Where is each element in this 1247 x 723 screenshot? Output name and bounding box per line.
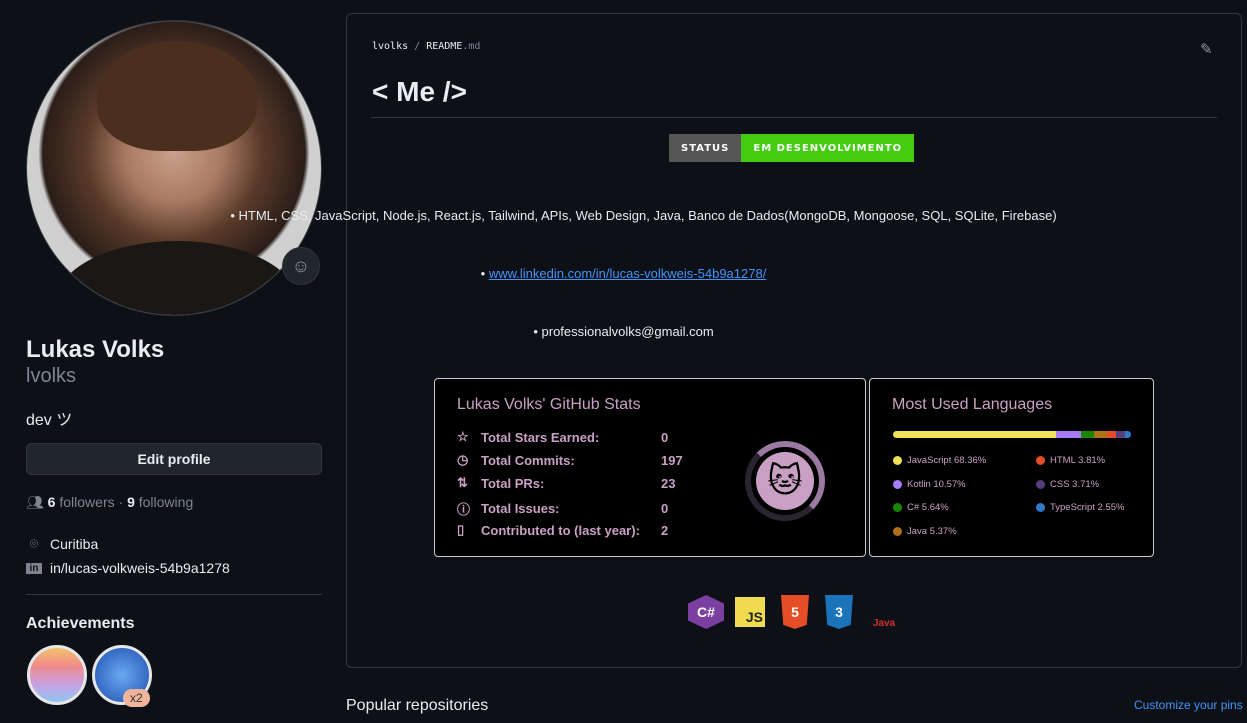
css3-logo-icon: 3 [825,595,853,629]
edit-pencil-icon[interactable]: ✎ [1200,40,1213,58]
stats-title: Lukas Volks' GitHub Stats [457,396,641,413]
language-dot-icon [1036,480,1045,489]
language-legend-item: JavaScript 68.36% [893,455,986,466]
linkedin-url-link[interactable]: www.linkedin.com/in/lucas-volkweis-54b9a… [489,266,766,281]
following-link[interactable]: 9 following [127,494,193,510]
divider [26,594,322,595]
divider [371,117,1217,118]
profile-bio: dev ツ [26,412,73,429]
readme-heading: < Me /> [372,76,467,107]
linkedin-link[interactable]: in in/lucas-volkweis-54b9a1278 [26,560,230,576]
javascript-logo-icon: JS [735,597,765,627]
language-bar-segment [1107,431,1117,438]
top-languages-card[interactable]: Most Used Languages JavaScript 68.36% Kot… [869,378,1154,557]
linkedin-text[interactable]: in/lucas-volkweis-54b9a1278 [50,560,230,576]
language-dot-icon [1036,456,1045,465]
language-legend-item: HTML 3.81% [1036,455,1105,466]
java-logo-icon: Java [872,618,896,629]
repo-icon: ▯ [457,522,465,537]
edit-profile-button[interactable]: Edit profile [26,443,322,475]
language-dot-icon [893,480,902,489]
language-legend-item: C# 5.64% [893,502,949,513]
linkedin-icon: in [26,562,42,574]
email-text: • professionalvolks@gmail.com [533,324,714,339]
achievement-count-badge: x2 [123,689,150,707]
owner-link[interactable]: lvolks [372,41,408,52]
html5-logo-icon: 5 [781,595,809,629]
status-badge: STATUS EM DESENVOLVIMENTO [669,134,915,162]
language-bar-segment [1055,431,1081,438]
readme-file-link[interactable]: README.md [426,41,480,52]
status-value: EM DESENVOLVIMENTO [741,134,915,162]
language-dot-icon [893,503,902,512]
profile-name: Lukas Volks [26,336,165,363]
linkedin-line: • www.linkedin.com/in/lucas-volkweis-54b… [480,266,767,281]
github-octocat-icon: 🐱︎ [756,452,814,510]
followers-link[interactable]: 6 followers [48,494,115,510]
achievement-yolo[interactable] [27,645,87,705]
language-bar-segment [1094,431,1108,438]
github-logo-ring: 🐱︎ [745,441,825,521]
language-legend-item: TypeScript 2.55% [1036,502,1124,513]
breadcrumb: lvolks / README.md [372,41,481,52]
pull-request-icon: ⇅ [457,475,468,490]
stat-row: ☆ Total Stars Earned: 0 [457,429,669,445]
people-icon: 👥︎ [26,494,44,510]
customize-pins-link[interactable]: Customize your pins [1134,698,1243,712]
readme-card [346,13,1242,668]
status-label: STATUS [669,134,742,162]
languages-bar [893,431,1131,438]
location-text: Curitiba [50,535,99,552]
language-bar-segment [1116,431,1125,438]
language-dot-icon [893,527,902,536]
star-icon: ☆ [457,429,469,444]
language-legend-item: Kotlin 10.57% [893,479,966,490]
language-dot-icon [1036,503,1045,512]
language-legend-item: Java 5.37% [893,526,957,537]
stat-row: ⇅ Total PRs: 23 [457,475,676,491]
location: ⌾ Curitiba [26,535,98,552]
language-dot-icon [893,456,902,465]
issue-icon: ⓘ [457,502,471,517]
stat-row: ⓘ Total Issues: 0 [457,501,669,517]
follow-stats: 👥︎ 6 followers · 9 following [26,494,194,510]
location-pin-icon: ⌾ [29,535,39,551]
history-icon: ◷ [457,452,469,467]
stat-row: ◷ Total Commits: 197 [457,452,683,468]
skills-text: • HTML, CSS, JavaScript, Node.js, React.… [230,208,1057,223]
achievements-title: Achievements [26,615,135,632]
stat-row: ▯ Contributed to (last year): 2 [457,522,669,538]
language-bar-segment [1124,431,1131,438]
profile-login: lvolks [26,365,77,387]
language-legend-item: CSS 3.71% [1036,479,1099,490]
language-bar-segment [1080,431,1095,438]
language-bar-segment [893,431,1056,438]
github-stats-card[interactable]: Lukas Volks' GitHub Stats ☆ Total Stars E… [434,378,866,557]
languages-title: Most Used Languages [892,396,1053,413]
popular-repositories-title: Popular repositories [346,697,489,714]
